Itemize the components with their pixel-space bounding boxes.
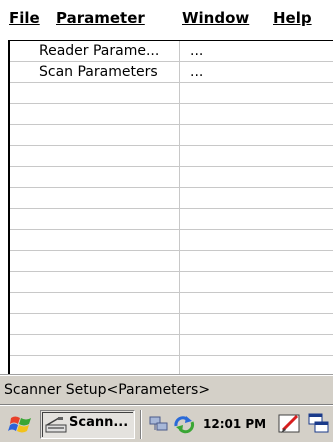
grid-row-empty [10, 125, 333, 146]
grid-row-empty [10, 167, 333, 188]
menu-window-label: Window [182, 9, 250, 27]
clock[interactable]: 12:01 PM [203, 417, 266, 431]
grid-row-empty [10, 335, 333, 356]
menu-bar: File Parameter Window Help [0, 0, 333, 38]
tray-separator [140, 410, 142, 439]
grid-row-empty [10, 146, 333, 167]
menu-file[interactable]: File [9, 9, 40, 27]
grid-row-value[interactable]: ... [186, 62, 333, 82]
grid-row-empty [10, 251, 333, 272]
menu-file-label: File [9, 9, 40, 27]
grid-row-name: Scan Parameters [39, 64, 158, 80]
switch-windows-icon[interactable] [308, 413, 330, 435]
start-button[interactable] [8, 413, 36, 437]
task-button-scanner[interactable]: Scann... [40, 410, 135, 439]
grid-row-empty [10, 356, 333, 374]
grid-row-empty [10, 293, 333, 314]
grid-row-empty [10, 314, 333, 335]
menu-help-label: Help [273, 9, 312, 27]
grid-row-empty [10, 188, 333, 209]
network-icon[interactable] [148, 414, 170, 434]
pen-input-icon[interactable] [277, 412, 303, 436]
scanner-app-icon [45, 417, 67, 433]
sync-icon[interactable] [172, 414, 196, 434]
status-text: Scanner Setup<Parameters> [4, 382, 211, 398]
menu-help[interactable]: Help [273, 9, 312, 27]
menu-parameter[interactable]: Parameter [56, 9, 145, 27]
windows-flag-icon [8, 416, 31, 433]
grid-body: Reader Parame... ... Scan Parameters ... [9, 41, 333, 374]
grid-row-reader-parameters[interactable]: Reader Parame... ... [10, 41, 333, 62]
grid-row-scan-parameters[interactable]: Scan Parameters ... [10, 62, 333, 83]
grid-row-empty [10, 209, 333, 230]
parameter-grid: Reader Parame... ... Scan Parameters ... [8, 40, 333, 374]
taskbar: Scann... 12:01 PM [0, 405, 333, 442]
menu-window[interactable]: Window [182, 9, 249, 27]
status-bar: Scanner Setup<Parameters> [0, 375, 333, 405]
grid-row-empty [10, 83, 333, 104]
task-button-label: Scann... [69, 415, 129, 430]
grid-row-empty [10, 272, 333, 293]
grid-row-empty [10, 230, 333, 251]
grid-row-value[interactable]: ... [186, 41, 333, 61]
grid-row-name: Reader Parame... [39, 43, 160, 59]
menu-parameter-label: Parameter [56, 9, 145, 27]
grid-row-empty [10, 104, 333, 125]
